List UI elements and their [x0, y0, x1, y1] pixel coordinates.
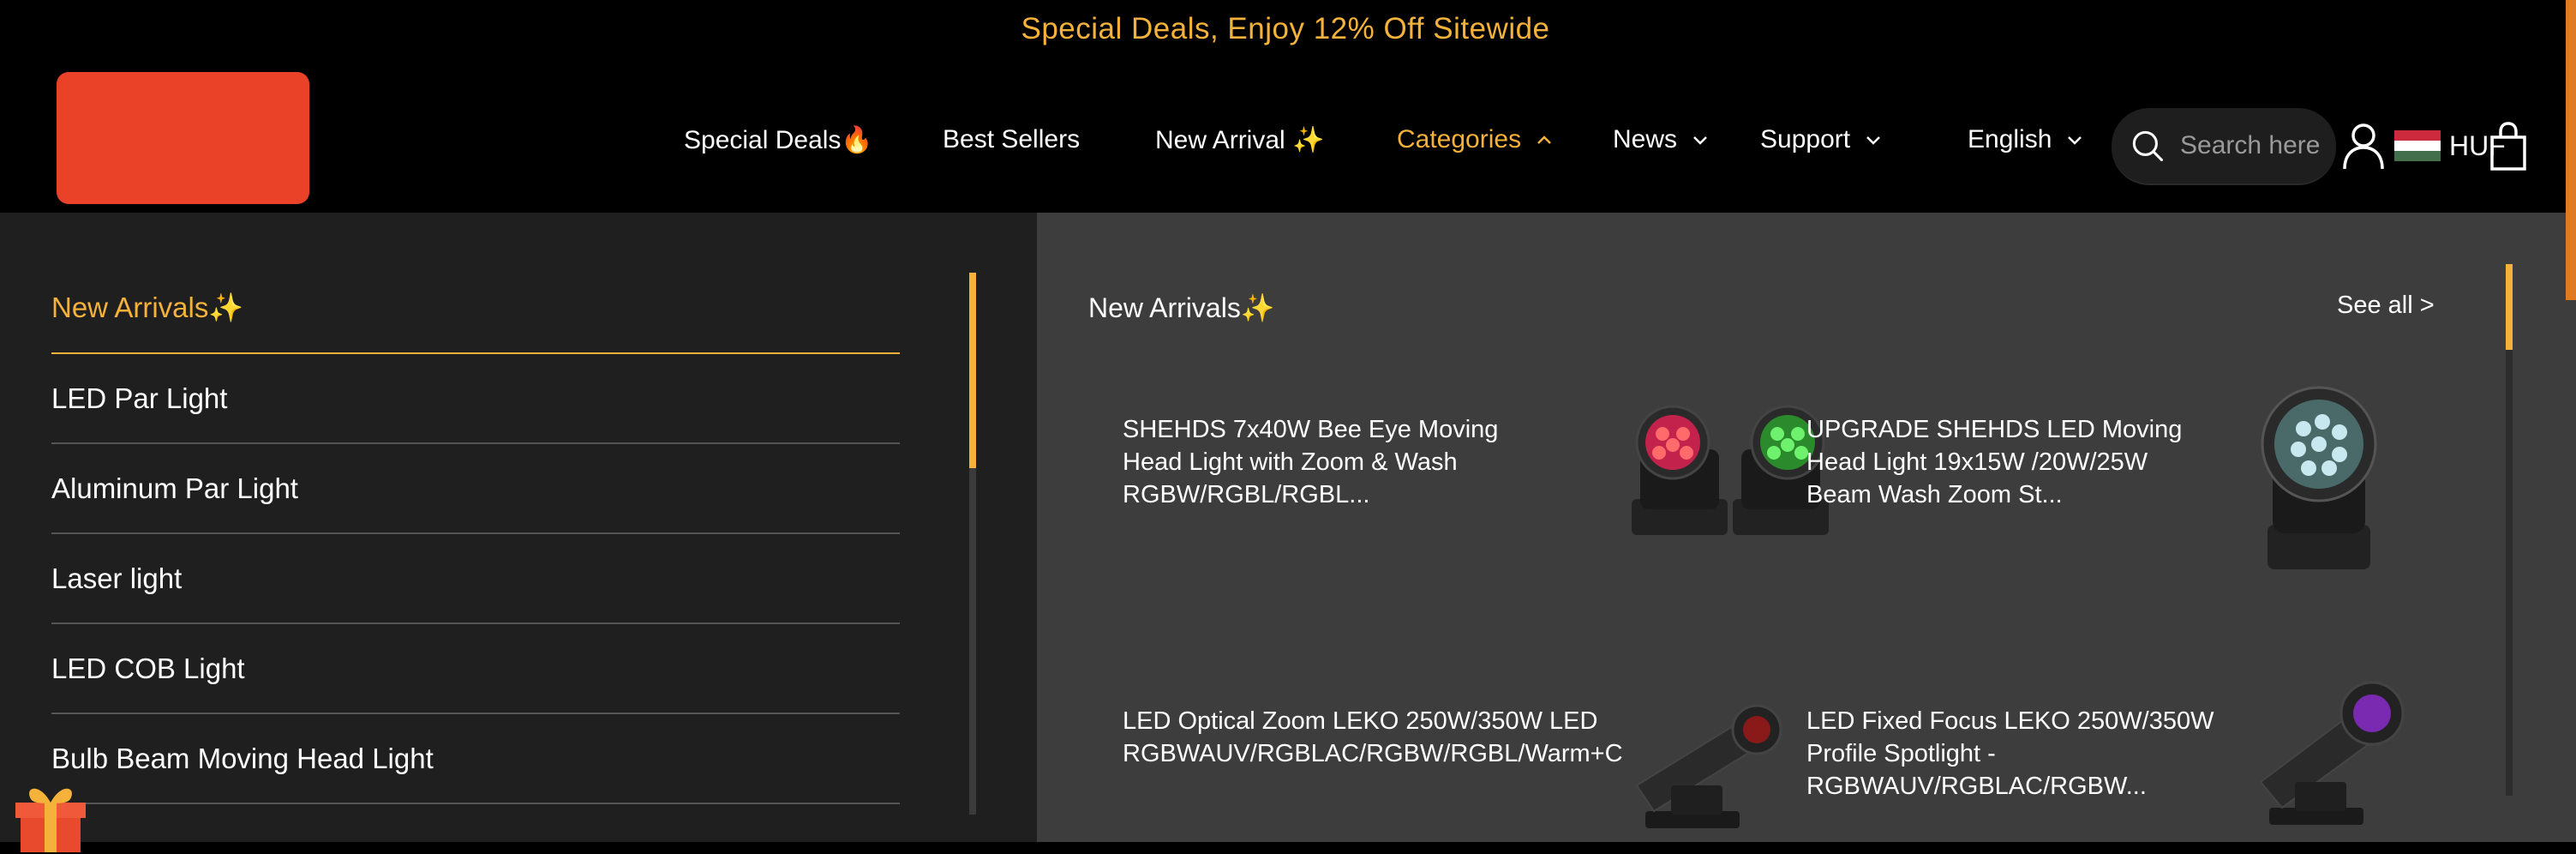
gift-icon[interactable] [15, 780, 86, 854]
nav-special-deals-label: Special Deals🔥 [684, 126, 873, 154]
nav-support-label: Support [1760, 125, 1851, 153]
product-card[interactable]: LED Optical Zoom LEKO 250W/350W LED RGBW… [1123, 704, 1920, 842]
category-item[interactable]: Bulb Beam Moving Head Light [51, 714, 900, 804]
category-preview-panel: New Arrivals✨ See all > SHEHDS 7x40W Bee… [1037, 213, 2567, 842]
category-item-label: LED COB Light [51, 652, 245, 684]
chevron-down-icon [2068, 136, 2082, 145]
category-item[interactable]: New Arrivals✨ [51, 264, 900, 354]
search-input[interactable] [2178, 130, 2336, 161]
hungary-flag-icon[interactable] [2394, 130, 2441, 161]
nav-best-sellers[interactable]: Best Sellers [943, 125, 1080, 154]
announcement-bar: Special Deals, Enjoy 12% Off Sitewide [0, 0, 2576, 58]
product-name[interactable]: LED Optical Zoom LEKO 250W/350W LED RGBW… [1123, 705, 1637, 770]
panel-title: New Arrivals✨ [1088, 292, 1275, 323]
nav-best-sellers-label: Best Sellers [943, 125, 1081, 153]
see-all-link[interactable]: See all > [2337, 292, 2435, 320]
account-icon[interactable] [2341, 122, 2386, 171]
product-name[interactable]: SHEHDS 7x40W Bee Eye Moving Head Light w… [1123, 413, 1534, 511]
category-scrollbar[interactable] [969, 273, 976, 815]
category-scrollbar-thumb[interactable] [969, 273, 976, 468]
category-item-label: LED Par Light [51, 382, 228, 414]
moving-head-light-image [2261, 386, 2377, 569]
announcement-text: Special Deals, Enjoy 12% Off Sitewide [1021, 12, 1550, 45]
product-name[interactable]: LED Fixed Focus LEKO 250W/350W Profile S… [1806, 705, 2218, 803]
nav-new-arrival-label: New Arrival ✨ [1155, 126, 1325, 154]
nav-categories-label: Categories [1397, 125, 1522, 153]
category-item[interactable]: LED COB Light [51, 624, 900, 714]
product-name[interactable]: UPGRADE SHEHDS LED Moving Head Light 19x… [1806, 413, 2218, 511]
chevron-up-icon [1537, 135, 1551, 144]
cart-icon[interactable] [2489, 122, 2528, 171]
preview-scrollbar[interactable] [2506, 264, 2513, 796]
category-item[interactable]: Laser light [51, 534, 900, 624]
leko-spotlight-image [2259, 681, 2405, 825]
product-card[interactable]: SHEHDS 7x40W Bee Eye Moving Head Light w… [1123, 405, 1920, 568]
page-scrollbar-track[interactable] [2566, 300, 2576, 842]
language-selector[interactable]: English [1968, 125, 2086, 154]
nav-new-arrival[interactable]: New Arrival ✨ [1155, 125, 1324, 155]
category-item[interactable]: Aluminum Par Light [51, 444, 900, 534]
category-item-label: New Arrivals✨ [51, 292, 244, 323]
search-box[interactable] [2112, 108, 2336, 185]
logo[interactable] [57, 72, 309, 204]
product-card[interactable]: UPGRADE SHEHDS LED Moving Head Light 19x… [1806, 386, 2423, 569]
category-list: New Arrivals✨ LED Par Light Aluminum Par… [51, 264, 900, 804]
category-menu: New Arrivals✨ LED Par Light Aluminum Par… [0, 213, 1037, 852]
category-item-label: Laser light [51, 562, 183, 594]
chevron-down-icon [1693, 136, 1707, 145]
nav-news-label: News [1613, 125, 1678, 153]
category-item-label: Bulb Beam Moving Head Light [51, 742, 434, 774]
nav-support[interactable]: Support [1760, 125, 1884, 154]
leko-spotlight-image [1635, 704, 1782, 828]
language-label: English [1968, 125, 2052, 153]
site-header: Special Deals🔥 Best Sellers New Arrival … [0, 58, 2576, 213]
nav-news[interactable]: News [1613, 125, 1711, 154]
nav-special-deals[interactable]: Special Deals🔥 [684, 125, 873, 155]
nav-categories[interactable]: Categories [1397, 125, 1555, 154]
chevron-down-icon [1866, 136, 1880, 145]
page-scrollbar-thumb[interactable] [2566, 0, 2576, 300]
preview-scrollbar-thumb[interactable] [2506, 264, 2513, 350]
product-card[interactable]: LED Fixed Focus LEKO 250W/350W Profile S… [1806, 681, 2423, 842]
search-icon[interactable] [2130, 126, 2165, 165]
category-item[interactable]: LED Par Light [51, 354, 900, 444]
category-item-label: Aluminum Par Light [51, 472, 298, 504]
